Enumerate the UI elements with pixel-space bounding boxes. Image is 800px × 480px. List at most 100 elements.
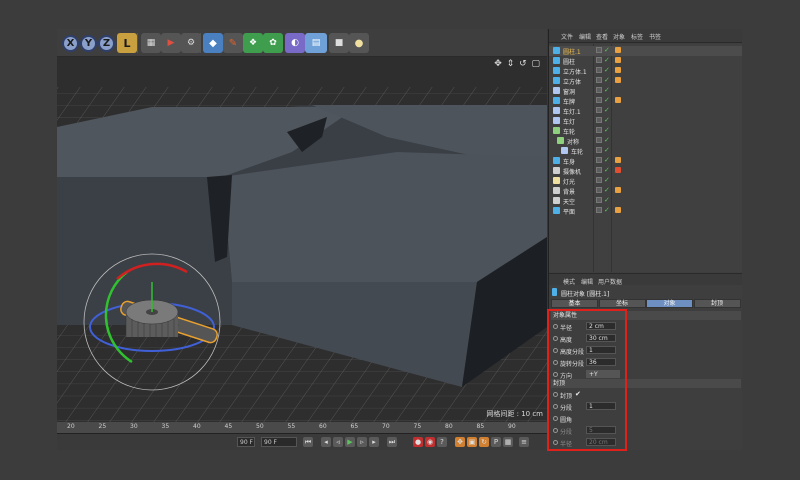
enabled-check-icon[interactable]: ✓ bbox=[604, 196, 610, 204]
object-row[interactable]: 圆柱 ✓ bbox=[549, 56, 742, 66]
object-row[interactable]: 背景 ✓ bbox=[549, 186, 742, 196]
object-row[interactable]: 立方体 ✓ bbox=[549, 76, 742, 86]
enabled-check-icon[interactable]: ✓ bbox=[604, 86, 610, 94]
visibility-toggle[interactable] bbox=[596, 137, 602, 143]
enabled-check-icon[interactable]: ✓ bbox=[604, 106, 610, 114]
object-row[interactable]: 立方体.1 ✓ bbox=[549, 66, 742, 76]
object-tag-icon[interactable] bbox=[615, 57, 621, 63]
enabled-check-icon[interactable]: ✓ bbox=[604, 66, 610, 74]
object-row[interactable]: 车灯.1 ✓ bbox=[549, 106, 742, 116]
object-menu-item[interactable]: 书签 bbox=[649, 32, 661, 41]
cube-icon[interactable]: ◆ bbox=[203, 33, 223, 53]
enabled-check-icon[interactable]: ✓ bbox=[604, 96, 610, 104]
current-frame-field[interactable]: 90 F bbox=[261, 437, 297, 447]
object-tag-icon[interactable] bbox=[615, 157, 621, 163]
object-menu-item[interactable]: 文件 bbox=[561, 32, 573, 41]
object-menu-item[interactable]: 编辑 bbox=[579, 32, 591, 41]
record-scale-button[interactable]: ▣ bbox=[467, 437, 477, 447]
array-icon[interactable]: ✿ bbox=[263, 33, 283, 53]
render-settings-icon[interactable]: ⚙ bbox=[181, 33, 201, 53]
enabled-check-icon[interactable]: ✓ bbox=[604, 176, 610, 184]
enabled-check-icon[interactable]: ✓ bbox=[604, 166, 610, 174]
object-row[interactable]: 圆柱.1 ✓ bbox=[549, 46, 742, 56]
camera-icon[interactable]: ■ bbox=[329, 33, 349, 53]
deformer-icon[interactable]: ◐ bbox=[285, 33, 305, 53]
object-row[interactable]: 车灯 ✓ bbox=[549, 116, 742, 126]
end-frame-field[interactable]: 90 F bbox=[237, 437, 255, 447]
tab-1[interactable]: 坐标 bbox=[598, 299, 646, 308]
visibility-toggle[interactable] bbox=[596, 197, 602, 203]
next-keyframe-button[interactable]: ▸ bbox=[369, 437, 379, 447]
visibility-toggle[interactable] bbox=[596, 187, 602, 193]
visibility-toggle[interactable] bbox=[596, 107, 602, 113]
keyframe-selection-button[interactable]: ? bbox=[437, 437, 447, 447]
visibility-toggle[interactable] bbox=[596, 177, 602, 183]
enabled-check-icon[interactable]: ✓ bbox=[604, 46, 610, 54]
timeline-menu-button[interactable]: ≡ bbox=[519, 437, 529, 447]
enabled-check-icon[interactable]: ✓ bbox=[604, 116, 610, 124]
visibility-toggle[interactable] bbox=[596, 47, 602, 53]
visibility-toggle[interactable] bbox=[596, 167, 602, 173]
timeline-ruler[interactable]: 20 25 30 35 40 45 50 55 60 65 70 75 80 85 90 bbox=[57, 422, 547, 434]
enabled-check-icon[interactable]: ✓ bbox=[604, 76, 610, 84]
visibility-toggle[interactable] bbox=[596, 157, 602, 163]
enabled-check-icon[interactable]: ✓ bbox=[604, 136, 610, 144]
visibility-toggle[interactable] bbox=[596, 77, 602, 83]
floor-icon[interactable]: ▤ bbox=[305, 33, 327, 53]
object-row[interactable]: 窗洞 ✓ bbox=[549, 86, 742, 96]
subdivision-icon[interactable]: ❖ bbox=[243, 33, 263, 53]
object-row[interactable]: 车轮 ✓ bbox=[549, 146, 742, 156]
light-icon[interactable]: ● bbox=[349, 33, 369, 53]
enabled-check-icon[interactable]: ✓ bbox=[604, 186, 610, 194]
object-tag-icon[interactable] bbox=[615, 187, 621, 193]
enabled-check-icon[interactable]: ✓ bbox=[604, 56, 610, 64]
record-parameter-button[interactable]: P bbox=[491, 437, 501, 447]
object-menu-item[interactable]: 对象 bbox=[613, 32, 625, 41]
z-axis-lock-button[interactable]: Z bbox=[98, 35, 115, 52]
object-row[interactable]: 灯光 ✓ bbox=[549, 176, 742, 186]
object-row[interactable]: 车轮 ✓ bbox=[549, 126, 742, 136]
object-row[interactable]: 摄像机 ✓ bbox=[549, 166, 742, 176]
render-view-icon[interactable]: ▦ bbox=[141, 33, 161, 53]
object-tag-icon[interactable] bbox=[615, 67, 621, 73]
visibility-toggle[interactable] bbox=[596, 97, 602, 103]
enabled-check-icon[interactable]: ✓ bbox=[604, 156, 610, 164]
object-menu-item[interactable]: 标签 bbox=[631, 32, 643, 41]
object-row[interactable]: 对称 ✓ bbox=[549, 136, 742, 146]
visibility-toggle[interactable] bbox=[596, 57, 602, 63]
go-to-start-button[interactable]: ⏮ bbox=[303, 437, 313, 447]
viewport-navigation-icons[interactable]: ✥ ⇕ ↺ ▢ bbox=[494, 59, 541, 69]
tab-3[interactable]: 封顶 bbox=[693, 299, 741, 308]
tab-0[interactable]: 基本 bbox=[551, 299, 598, 308]
object-tag-icon[interactable] bbox=[615, 97, 621, 103]
record-rotation-button[interactable]: ↻ bbox=[479, 437, 489, 447]
visibility-toggle[interactable] bbox=[596, 127, 602, 133]
object-row[interactable]: 车牌 ✓ bbox=[549, 96, 742, 106]
autokey-button[interactable]: ◉ bbox=[425, 437, 435, 447]
pen-icon[interactable]: ✎ bbox=[223, 33, 243, 53]
tab-2[interactable]: 对象 bbox=[646, 299, 693, 308]
enabled-check-icon[interactable]: ✓ bbox=[604, 126, 610, 134]
visibility-toggle[interactable] bbox=[596, 67, 602, 73]
object-tag-icon[interactable] bbox=[615, 77, 621, 83]
y-axis-lock-button[interactable]: Y bbox=[80, 35, 97, 52]
object-menu-item[interactable]: 查看 bbox=[596, 32, 608, 41]
object-row[interactable]: 天空 ✓ bbox=[549, 196, 742, 206]
record-pla-button[interactable]: ▦ bbox=[503, 437, 513, 447]
object-tag-icon[interactable] bbox=[615, 207, 621, 213]
record-position-button[interactable]: ✥ bbox=[455, 437, 465, 447]
enabled-check-icon[interactable]: ✓ bbox=[604, 206, 610, 214]
visibility-toggle[interactable] bbox=[596, 87, 602, 93]
go-to-end-button[interactable]: ⏭ bbox=[387, 437, 397, 447]
record-keyframe-button[interactable]: ● bbox=[413, 437, 423, 447]
object-row[interactable]: 车身 ✓ bbox=[549, 156, 742, 166]
object-tag-icon[interactable] bbox=[615, 167, 621, 173]
previous-keyframe-button[interactable]: ◂ bbox=[321, 437, 331, 447]
coordinate-system-icon[interactable]: L bbox=[117, 33, 137, 53]
next-frame-button[interactable]: ▹ bbox=[357, 437, 367, 447]
visibility-toggle[interactable] bbox=[596, 147, 602, 153]
object-row[interactable]: 平面 ✓ bbox=[549, 206, 742, 216]
visibility-toggle[interactable] bbox=[596, 117, 602, 123]
3d-viewport[interactable]: ✥ ⇕ ↺ ▢ 网格间距 : 10 cm bbox=[57, 57, 547, 422]
x-axis-lock-button[interactable]: X bbox=[62, 35, 79, 52]
